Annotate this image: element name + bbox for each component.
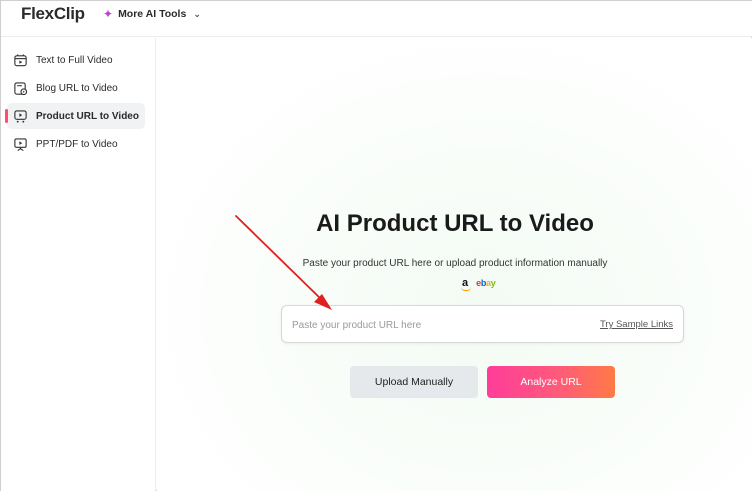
- sidebar-item-label: PPT/PDF to Video: [36, 138, 118, 150]
- app-window: FlexClip ✦ More AI Tools ⌄ Text to Full …: [0, 0, 752, 491]
- product-url-input[interactable]: [292, 316, 582, 334]
- analyze-url-button[interactable]: Analyze URL: [487, 366, 615, 398]
- flexclip-logo[interactable]: FlexClip: [21, 4, 85, 24]
- supported-sites: a ebay: [461, 276, 496, 291]
- film-text-icon: [14, 53, 27, 66]
- sparkle-icon: ✦: [103, 7, 114, 21]
- page-title: AI Product URL to Video: [316, 210, 594, 237]
- sidebar-item-product-url-to-video[interactable]: Product URL to Video: [5, 103, 145, 129]
- upload-manually-button[interactable]: Upload Manually: [350, 366, 478, 398]
- try-sample-links-link[interactable]: Try Sample Links: [600, 319, 673, 330]
- more-ai-tools-menu[interactable]: ✦ More AI Tools ⌄: [103, 7, 201, 21]
- sidebar-item-text-to-full-video[interactable]: Text to Full Video: [7, 47, 145, 73]
- sidebar-item-label: Blog URL to Video: [36, 82, 118, 94]
- main-content: AI Product URL to Video Paste your produ…: [157, 38, 752, 491]
- url-input-box: Try Sample Links: [281, 305, 684, 343]
- sidebar-item-blog-url-to-video[interactable]: Blog URL to Video: [7, 75, 145, 101]
- blog-link-icon: [14, 81, 28, 95]
- page-subtitle: Paste your product URL here or upload pr…: [302, 258, 608, 269]
- sidebar-item-label: Text to Full Video: [36, 54, 113, 66]
- chevron-down-icon: ⌄: [193, 8, 201, 19]
- sidebar-item-label: Product URL to Video: [36, 110, 139, 122]
- presentation-icon: [14, 137, 27, 151]
- top-header: FlexClip ✦ More AI Tools ⌄: [1, 1, 752, 37]
- logo-text: FlexClip: [21, 4, 85, 23]
- product-cart-icon: [14, 109, 27, 123]
- sidebar-item-ppt-pdf-to-video[interactable]: PPT/PDF to Video: [7, 131, 145, 157]
- amazon-logo-icon: a: [461, 277, 471, 291]
- more-ai-tools-label: More AI Tools: [118, 8, 187, 20]
- ebay-logo-icon: ebay: [476, 278, 496, 288]
